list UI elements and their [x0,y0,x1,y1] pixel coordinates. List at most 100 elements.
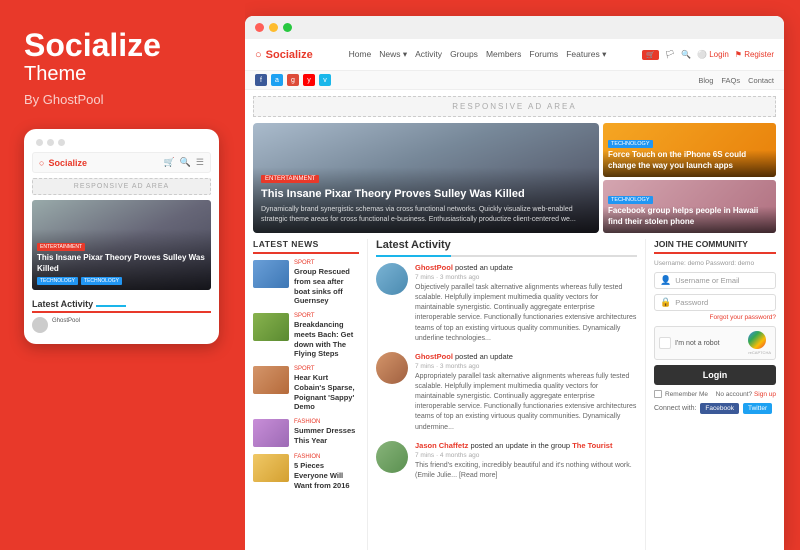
password-input-wrap: 🔒 Password [654,294,776,311]
titlebar-dot-yellow[interactable] [269,23,278,32]
col-latest-news: LATEST NEWS SPORT Group Rescued from sea… [253,239,368,550]
hero-side: TECHNOLOGY Force Touch on the iPhone 6S … [603,123,776,233]
connect-twitter-btn[interactable]: Twitter [743,403,772,414]
join-community-title: JOIN THE COMMUNITY [654,239,776,254]
news-info-2: SPORT Breakdancing meets Bach: Get down … [294,313,359,359]
activity-username-2[interactable]: GhostPool [415,352,453,361]
no-account-wrap: No account? Sign up [716,391,776,398]
hero-main: ENTERTAINMENT This Insane Pixar Theory P… [253,123,599,233]
youtube-icon[interactable]: y [303,74,315,86]
connect-row: Connect with: Facebook Twitter [654,403,776,414]
activity-text-2: Appropriately parallel task alternative … [415,372,637,433]
activity-header: Latest Activity [376,239,637,257]
mobile-menu-icon: ☰ [196,157,204,168]
mobile-cart-icon: 🛒 [163,157,174,168]
activity-content-1: GhostPool posted an update 7 mins · 3 mo… [415,263,637,344]
remember-me-label: Remember Me [665,391,708,398]
activity-group-name[interactable]: The Tourist [572,441,612,450]
remember-row: Remember Me No account? Sign up [654,390,776,398]
nav-news[interactable]: News ▾ [379,49,407,60]
hero-side-item-2: TECHNOLOGY Facebook group helps people i… [603,180,776,234]
titlebar-dot-green[interactable] [283,23,292,32]
activity-content-2: GhostPool posted an update 7 mins · 3 mo… [415,352,637,433]
mobile-bottom-badges: TECHNOLOGY TECHNOLOGY [37,277,206,285]
left-panel: Socialize Theme By GhostPool ○ Socialize… [0,0,245,550]
captcha-checkbox[interactable] [659,337,671,349]
mobile-dot-green [58,139,65,146]
nav-search-btn[interactable]: 🔍 [681,50,691,59]
activity-item-1: GhostPool posted an update 7 mins · 3 mo… [376,263,637,344]
forgot-password-link[interactable]: Forgot your password? [654,314,776,321]
mobile-hero-badge: ENTERTAINMENT [37,243,85,251]
mobile-dot-yellow [47,139,54,146]
news-title-4: Summer Dresses This Year [294,426,359,446]
nav-features[interactable]: Features ▾ [566,49,606,60]
secondary-link-blog[interactable]: Blog [698,76,713,85]
news-title-3: Hear Kurt Cobain's Sparse, Poignant 'Sap… [294,373,359,412]
brand-title: Socialize [24,28,221,63]
mobile-ad-area: RESPONSIVE AD AREA [32,178,211,195]
nav-forums[interactable]: Forums [529,49,558,60]
sign-up-link[interactable]: Sign up [754,391,776,398]
connect-facebook-btn[interactable]: Facebook [700,403,739,414]
mobile-brand: ○ Socialize [39,158,87,168]
nav-search-icon: ○ [255,49,262,61]
secondary-link-faqs[interactable]: FAQs [721,76,740,85]
desktop-content: RESPONSIVE AD AREA ENTERTAINMENT This In… [245,90,784,550]
nav-groups[interactable]: Groups [450,49,478,60]
activity-username-3[interactable]: Jason Chaffetz [415,441,468,450]
hero-side-1-title: Force Touch on the iPhone 6S could chang… [608,150,771,172]
mobile-activity-item-1: GhostPool [32,317,211,333]
activity-avatar-1 [376,263,408,295]
news-item-1: SPORT Group Rescued from sea after boat … [253,260,359,306]
desktop-navbar: ○ Socialize Home News ▾ Activity Groups … [245,39,784,71]
activity-content-3: Jason Chaffetz posted an update in the g… [415,441,637,481]
news-info-5: FASHION 5 Pieces Everyone Will Want from… [294,454,359,490]
mobile-hero-title: This Insane Pixar Theory Proves Sulley W… [37,253,206,274]
nav-members[interactable]: Members [486,49,521,60]
desktop-secondary-bar: f a g y v Blog FAQs Contact [245,71,784,90]
desktop-nav-right: 🛒 🏳 🔍 ⚪ Login ⚑ Register [642,50,774,60]
hero-side-1-overlay: TECHNOLOGY Force Touch on the iPhone 6S … [603,123,776,177]
nav-home[interactable]: Home [349,49,372,60]
hero-main-badge: ENTERTAINMENT [261,175,319,183]
hero-side-item-1: TECHNOLOGY Force Touch on the iPhone 6S … [603,123,776,177]
activity-user-line-1: GhostPool posted an update [415,263,637,272]
login-button[interactable]: Login [654,365,776,385]
remember-me-wrap: Remember Me [654,390,708,398]
username-input-display[interactable]: Username or Email [675,276,770,285]
col-join-community: JOIN THE COMMUNITY Username: demo Passwo… [646,239,776,550]
mobile-activity-text: GhostPool [52,317,80,325]
activity-username-1[interactable]: GhostPool [415,263,453,272]
secondary-link-contact[interactable]: Contact [748,76,774,85]
news-item-5: FASHION 5 Pieces Everyone Will Want from… [253,454,359,490]
remember-checkbox[interactable] [654,390,662,398]
desktop-main: RESPONSIVE AD AREA ENTERTAINMENT This In… [245,90,784,550]
mobile-activity-title: Latest Activity [32,299,211,313]
titlebar-dot-red[interactable] [255,23,264,32]
nav-activity[interactable]: Activity [415,49,442,60]
twitter-icon[interactable]: a [271,74,283,86]
news-info-4: FASHION Summer Dresses This Year [294,419,359,446]
news-item-2: SPORT Breakdancing meets Bach: Get down … [253,313,359,359]
mobile-avatar-small [32,317,48,333]
mobile-dot-red [36,139,43,146]
hero-side-1-badge: TECHNOLOGY [608,140,653,148]
vimeo-icon[interactable]: v [319,74,331,86]
nav-register-link[interactable]: ⚑ Register [735,50,774,59]
username-input-wrap: 👤 Username or Email [654,272,776,289]
news-title-2: Breakdancing meets Bach: Get down with T… [294,320,359,359]
activity-section-title: Latest Activity [376,239,451,257]
mobile-search-icon: ○ [39,158,44,168]
mobile-activity-section: Latest Activity GhostPool [32,295,211,333]
activity-avatar-2 [376,352,408,384]
ad-area-banner: RESPONSIVE AD AREA [253,96,776,117]
no-account-text: No account? [716,391,753,398]
password-input-display[interactable]: Password [675,298,770,307]
facebook-icon[interactable]: f [255,74,267,86]
nav-cart-icon[interactable]: 🛒 [642,50,659,60]
nav-login-link[interactable]: ⚪ Login [697,50,729,59]
news-cat-4: FASHION [294,419,359,425]
googleplus-icon[interactable]: g [287,74,299,86]
news-cat-1: SPORT [294,260,359,266]
